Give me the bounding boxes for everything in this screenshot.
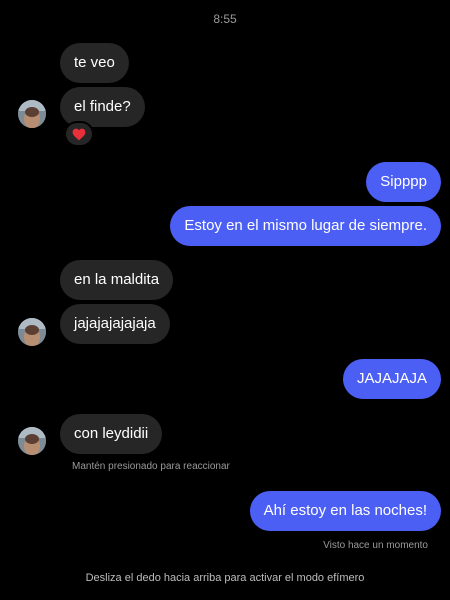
outgoing-message[interactable]: Sipppp — [366, 162, 441, 202]
react-hint: Mantén presionado para reaccionar — [72, 461, 230, 472]
contact-avatar[interactable] — [18, 318, 46, 346]
heart-reaction-badge[interactable] — [64, 121, 94, 147]
incoming-message[interactable]: en la maldita — [60, 260, 174, 300]
outgoing-message[interactable]: Ahí estoy en las noches! — [249, 491, 441, 531]
outgoing-message[interactable]: Estoy en el mismo lugar de siempre. — [170, 206, 441, 246]
outgoing-message[interactable]: JAJAJAJA — [342, 359, 441, 399]
vanish-mode-hint: Desliza el dedo hacia arriba para activa… — [85, 572, 365, 584]
incoming-message[interactable]: jajajajajajaja — [60, 304, 170, 344]
seen-status: Visto hace un momento — [323, 540, 428, 551]
heart-icon — [72, 128, 86, 140]
incoming-message[interactable]: con leydidii — [60, 414, 163, 454]
contact-avatar[interactable] — [18, 100, 46, 128]
contact-avatar[interactable] — [18, 427, 46, 455]
status-time: 8:55 — [213, 12, 237, 26]
incoming-message[interactable]: te veo — [60, 43, 129, 83]
